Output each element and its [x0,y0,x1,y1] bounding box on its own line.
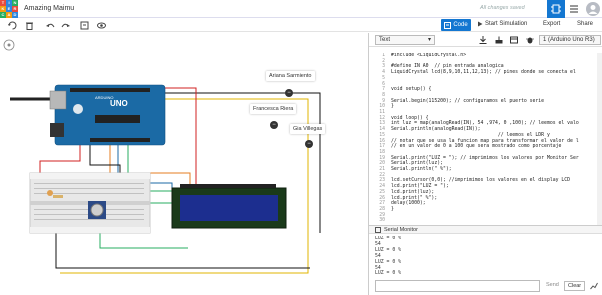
wire [55,233,310,269]
start-simulation-label: Start Simulation [485,21,528,27]
serial-monitor-header[interactable]: Serial Monitor [369,225,602,234]
redo-icon [61,23,70,27]
circuit-view-button[interactable] [547,0,565,18]
play-icon [478,21,483,27]
logo-letter: D [12,11,18,18]
eye-icon [96,22,106,28]
potentiometer[interactable] [88,201,106,219]
start-simulation-button[interactable]: Start Simulation [477,21,527,27]
code-icon [444,21,452,29]
list-view-button[interactable] [565,0,583,18]
code-scrollbar[interactable] [597,53,602,225]
save-status: All changes saved [480,5,525,11]
top-bar: T I N K E R C A D Amazing Maimu All chan… [0,0,602,18]
redo-button[interactable] [60,20,70,30]
annotation-gia[interactable]: Gia Villegas [290,124,326,134]
code-editor[interactable]: 1 2 3 4 5 6 7 8 9 10 11 12 13 14 15 16 1… [371,53,601,225]
tinkercad-logo[interactable]: T I N K E R C A D [0,0,18,18]
delete-button[interactable] [24,20,34,30]
serial-output: LUZ = 0 % 54 LUZ = 0 % 54 LUZ = 0 % 54 L… [375,236,401,277]
device-value: 1 (Arduino Uno R3) [543,37,595,43]
annotation-francesca[interactable]: Francesca Riera [250,104,297,114]
export-button[interactable]: Export [543,21,560,27]
board-model-text: UNO [110,99,128,108]
circuit-canvas[interactable]: UNO ARDUINO Ariana Sarmiento − Francesca… [0,33,368,295]
chevron-down-icon: ▾ [427,37,431,43]
user-avatar[interactable] [584,0,602,18]
device-select[interactable]: 1 (Arduino Uno R3) [539,35,601,45]
board-brand-text: ARDUINO [95,95,113,100]
avatar-icon [586,2,600,16]
annotation-collapse-icon[interactable]: − [305,140,313,148]
wire [89,143,121,173]
libraries-icon[interactable] [510,36,518,44]
code-mode-value: Text [379,37,391,43]
send-button[interactable]: Send [546,282,559,288]
undo-button[interactable] [45,20,55,30]
annotation-collapse-icon[interactable]: − [270,121,278,129]
code-panel-toolbar: Text ▾ 1 (Arduino Uno R3) [369,33,602,47]
resistor[interactable] [53,195,63,198]
code-mode-select[interactable]: Text ▾ [375,35,435,45]
trash-icon [25,22,33,30]
graph-icon[interactable] [590,282,598,290]
code-button[interactable]: Code [441,19,471,31]
annotation-collapse-icon[interactable]: − [285,89,293,97]
upload-icon[interactable] [495,36,503,44]
serial-input[interactable] [375,280,540,292]
list-icon [570,5,578,13]
download-icon[interactable] [479,36,487,44]
wire [39,143,81,173]
code-text[interactable]: #include <LiquidCrystal.h> #define IN A0… [391,53,601,218]
rotate-button[interactable] [7,20,17,30]
photoresistor[interactable] [47,190,53,196]
code-panel: Text ▾ 1 (Arduino Uno R3) 1 2 3 4 5 6 7 … [368,33,602,295]
debugger-icon[interactable] [526,36,534,44]
toolbar: Code Start Simulation Export Share [0,18,602,32]
visibility-button[interactable] [96,20,106,30]
notes-button[interactable] [79,20,89,30]
code-button-label: Code [453,22,468,28]
serial-monitor-label: Serial Monitor [384,226,418,233]
notes-icon [80,21,88,29]
arduino-uno-board[interactable]: UNO ARDUINO [49,84,166,146]
line-numbers: 1 2 3 4 5 6 7 8 9 10 11 12 13 14 15 16 1… [379,53,385,224]
rotate-icon [7,21,16,29]
share-button[interactable]: Share [577,21,593,27]
terminal-icon [375,226,381,233]
undo-icon [45,23,54,27]
lcd-display[interactable] [171,184,287,229]
project-title[interactable]: Amazing Maimu [24,5,74,12]
clear-button[interactable]: Clear [564,281,586,291]
circuit-icon [551,4,561,14]
annotation-ariana[interactable]: Ariana Sarmiento [266,71,315,81]
